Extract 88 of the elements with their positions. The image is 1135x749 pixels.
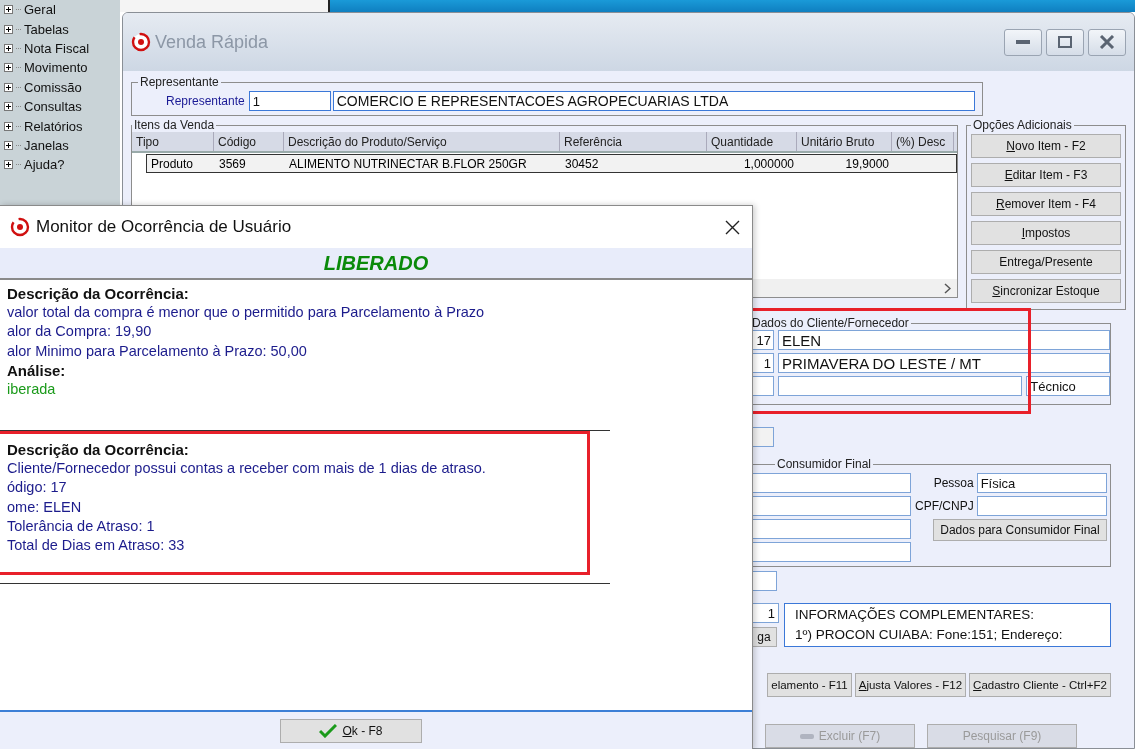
option-button[interactable]: Novo Item - F2 <box>971 134 1121 158</box>
tree-item[interactable]: Janelas <box>0 135 120 156</box>
notes-field[interactable]: INFORMAÇÕES COMPLEMENTARES: 1º) PROCON CUIABA: Fone:151; Endereço: <box>784 603 1111 647</box>
field-label: Pessoa <box>933 476 974 490</box>
dialog-title: Monitor de Ocorrência de Usuário <box>36 217 293 237</box>
tree-item[interactable]: Comissão <box>0 77 120 97</box>
section-heading: Descrição da Ocorrência: <box>7 440 189 460</box>
section-heading: Descrição da Ocorrência: <box>7 284 189 303</box>
group-title: Itens da Venda <box>133 118 216 132</box>
column-header[interactable]: Código <box>214 132 284 151</box>
status-text: LIBERADO <box>323 251 429 275</box>
occurrence-text: Cliente/Fornecedor possui contas a receber com mais de 1 dias de atraso. <box>7 459 486 479</box>
tree-item[interactable]: Nota Fiscal <box>0 38 120 59</box>
expand-icon[interactable] <box>4 43 13 53</box>
close-icon <box>1099 35 1115 49</box>
table-cell-text: Produto <box>150 155 195 172</box>
name-field[interactable]: COMERCIO E REPRESENTACOES AGROPECUARIAS LTDA <box>332 91 975 111</box>
tree-item[interactable]: Movimento <box>0 58 120 78</box>
column-header[interactable]: Quantidade <box>707 132 797 151</box>
option-button[interactable]: Entrega/Presente <box>971 250 1121 274</box>
ok-button[interactable]: Ok - F8 <box>280 719 422 743</box>
expand-icon[interactable] <box>4 140 13 150</box>
tree-item[interactable]: Geral <box>0 0 120 20</box>
column-header[interactable]: Descrição do Produto/Serviço <box>284 132 560 151</box>
column-header[interactable]: Unitário Bruto <box>797 132 892 151</box>
close-icon[interactable] <box>725 219 740 235</box>
document-field[interactable] <box>976 496 1107 516</box>
tree-item[interactable]: Tabelas <box>0 19 120 39</box>
table-cell-text: 30452 <box>564 155 600 172</box>
occurrence-text: valor total da compra é menor que o permitido para Parcelamento à Prazo <box>7 303 485 322</box>
minimize-button[interactable] <box>1004 28 1042 56</box>
expand-icon[interactable] <box>4 5 13 15</box>
expand-icon[interactable] <box>4 63 13 73</box>
table-cell-text: 1,000000 <box>742 155 795 172</box>
minimize-icon <box>1016 40 1030 44</box>
name-field[interactable]: ELEN <box>778 330 1110 350</box>
group-title: Dados do Cliente/Fornecedor <box>751 316 910 330</box>
window-title: Venda Rápida <box>155 31 270 53</box>
expand-icon[interactable] <box>4 121 13 131</box>
section-heading: Análise: <box>7 360 66 380</box>
type-field[interactable]: Técnico <box>1026 376 1110 396</box>
tree-item[interactable]: Consultas <box>0 96 120 117</box>
group-title: Representante <box>139 75 220 89</box>
action-button[interactable]: Ajusta Valores - F12 <box>854 673 967 697</box>
table-cell-text: 3569 <box>218 155 247 172</box>
tree-item[interactable]: Ajuda? <box>0 155 120 175</box>
close-button[interactable] <box>1088 28 1126 56</box>
column-header[interactable]: (%) Desc <box>892 132 954 151</box>
consumer-data-button[interactable]: Dados para Consumidor Final <box>933 519 1107 541</box>
occurrence-text: ódigo: 17 <box>7 478 67 498</box>
small-button[interactable]: ga <box>751 627 777 647</box>
option-button[interactable]: Impostos <box>971 221 1121 245</box>
occurrence-text: ome: ELEN <box>7 497 82 517</box>
name-field[interactable] <box>777 376 1023 396</box>
occurrence-text: Tolerância de Atraso: 1 <box>7 517 155 537</box>
table-row[interactable]: Produto 3569 ALIMENTO NUTRINECTAR B.FLOR 250GR 30452 1,000000 19,9000 <box>146 154 957 173</box>
group-title: Opções Adicionais <box>972 118 1073 132</box>
field-label: CPF/CNPJ <box>915 499 974 513</box>
occurrence-text: alor da Compra: 19,90 <box>7 322 152 342</box>
minus-icon <box>799 733 814 739</box>
app-icon <box>131 32 151 52</box>
maximize-icon <box>1058 36 1072 48</box>
group-title: Consumidor Final <box>776 457 873 471</box>
expand-icon[interactable] <box>4 160 13 170</box>
code-field[interactable]: 1 <box>248 91 331 111</box>
expand-icon[interactable] <box>4 102 13 112</box>
table-cell-text: ALIMENTO NUTRINECTAR B.FLOR 250GR <box>288 155 528 172</box>
option-button[interactable]: Remover Item - F4 <box>971 192 1121 216</box>
name-field[interactable]: PRIMAVERA DO LESTE / MT <box>778 353 1110 373</box>
person-type-field[interactable]: Física <box>976 473 1107 493</box>
column-header[interactable]: Referência <box>560 132 707 151</box>
option-button[interactable]: Editar Item - F3 <box>971 163 1121 187</box>
maximize-button[interactable] <box>1046 28 1084 56</box>
occurrence-text: alor Minimo para Parcelamento à Prazo: 50,00 <box>7 341 307 361</box>
checkmark-icon <box>319 724 338 738</box>
field-label: Representante <box>166 94 245 108</box>
tree-item[interactable]: Relatórios <box>0 116 120 136</box>
column-header[interactable]: Tipo <box>132 132 214 151</box>
chevron-right-icon[interactable] <box>944 282 951 294</box>
app-icon <box>10 217 30 237</box>
expand-icon[interactable] <box>4 82 13 92</box>
analysis-result: iberada <box>7 379 56 399</box>
action-button[interactable]: Cadastro Cliente - Ctrl+F2 <box>969 673 1111 697</box>
action-button[interactable]: elamento - F11 <box>767 673 852 697</box>
expand-icon[interactable] <box>4 24 13 34</box>
table-cell-text: 19,9000 <box>844 155 890 172</box>
option-button[interactable]: Sincronizar Estoque <box>971 279 1121 303</box>
occurrence-text: Total de Dias em Atraso: 33 <box>7 536 185 556</box>
